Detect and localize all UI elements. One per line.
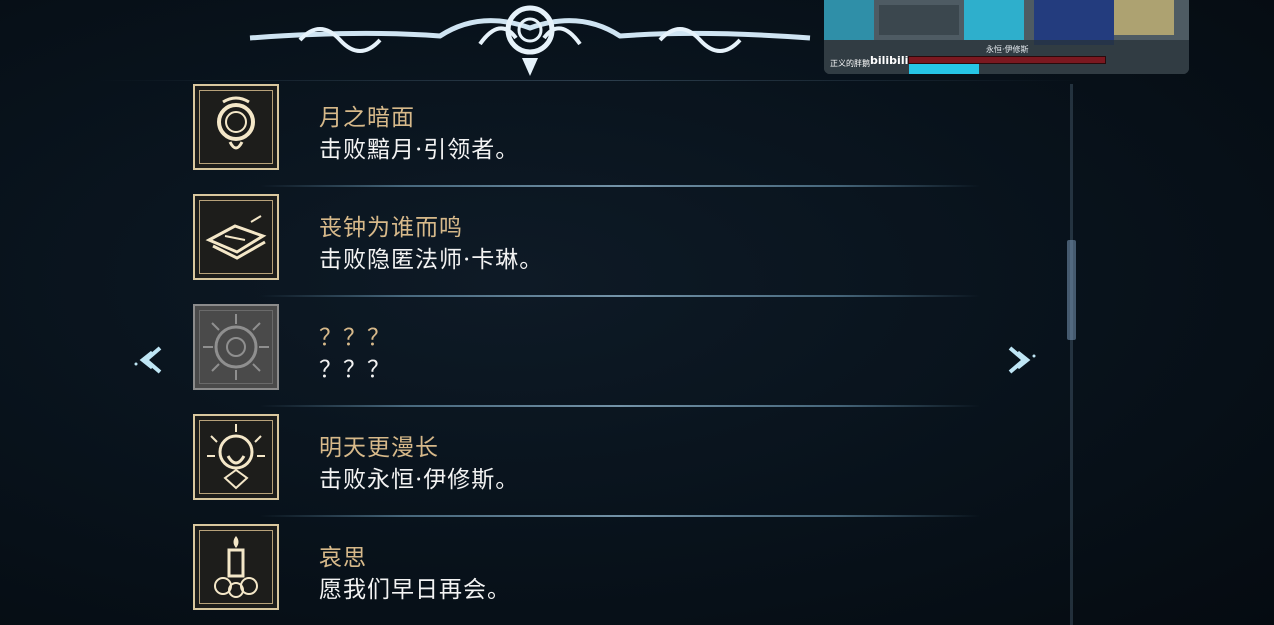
scrollbar-thumb[interactable] [1067,240,1076,340]
channel-name: 正义的胖鹅 [830,59,870,68]
chevron-right-icon [1008,346,1036,374]
achievement-description: 击败永恒·伊修斯。 [319,467,520,493]
scrollbar-track[interactable] [1070,84,1073,625]
achievement-row[interactable]: 明天更漫长 击败永恒·伊修斯。 [193,414,993,502]
row-divider [260,515,980,517]
row-divider [260,185,980,187]
radiant-skull-icon [193,414,279,500]
achievement-row[interactable]: 丧钟为谁而鸣 击败隐匿法师·卡琳。 [193,194,993,282]
achievement-row[interactable]: 月之暗面 击败黯月·引领者。 [193,84,993,172]
boss-health-bar [908,56,1106,64]
candle-roses-icon [193,524,279,610]
achievement-row[interactable]: 哀思 愿我们早日再会。 [193,524,993,612]
achievement-title: 丧钟为谁而鸣 [319,215,463,241]
moon-ring-icon [193,84,279,170]
locked-sun-icon [193,304,279,390]
achievement-description: 击败黯月·引领者。 [319,137,520,163]
achievement-title: 哀思 [319,545,367,571]
bilibili-logo: bilibili [870,54,909,67]
achievement-row-locked[interactable]: ？？？ ？？？ [193,304,993,392]
row-divider [260,405,980,407]
next-page-button[interactable] [998,340,1038,380]
header-divider [95,80,1085,81]
open-book-icon [193,194,279,280]
achievement-title: ？？？ [319,325,391,351]
achievement-description: 愿我们早日再会。 [319,577,511,603]
row-divider [260,295,980,297]
header-ornament [240,0,820,80]
achievement-title: 月之暗面 [319,105,415,131]
gameplay-preview: 永恒·伊修斯 正义的胖鹅 bilibili [824,0,1189,74]
achievement-description: 击败隐匿法师·卡琳。 [319,247,544,273]
chevron-left-icon [134,346,162,374]
boss-name-label: 永恒·伊修斯 [986,45,1029,54]
achievement-description: ？？？ [319,357,391,383]
previous-page-button[interactable] [132,340,172,380]
achievement-title: 明天更漫长 [319,435,439,461]
